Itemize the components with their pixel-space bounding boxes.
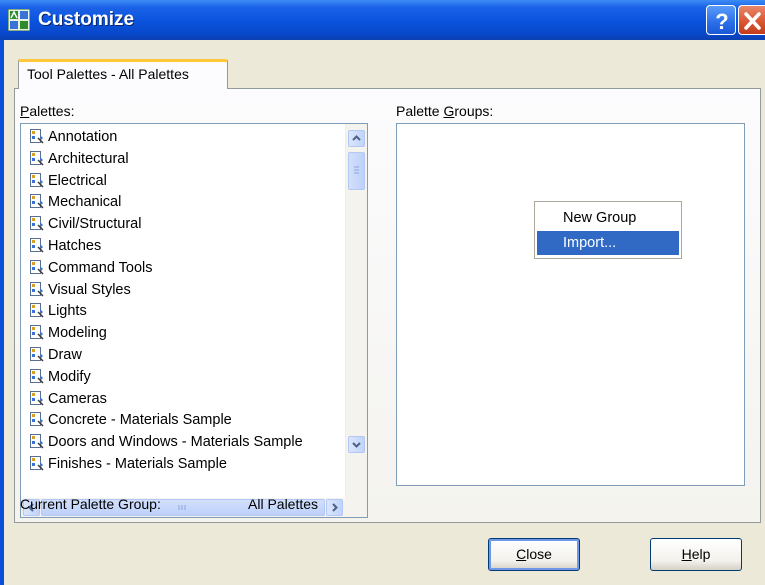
palettes-list: Annotation Architectural Electrical Mechani… [21, 127, 343, 476]
list-item[interactable]: Annotation [21, 127, 343, 149]
tool-palette-icon [30, 129, 44, 144]
tool-palette-icon [30, 434, 44, 449]
list-item-label: Modify [48, 368, 91, 385]
dialog-client-area: Tool Palettes - All Palettes Palettes: A… [4, 40, 765, 585]
tab-tool-palettes[interactable]: Tool Palettes - All Palettes [18, 59, 228, 89]
list-item[interactable]: Architectural [21, 149, 343, 171]
list-item-label: Cameras [48, 390, 107, 407]
list-item[interactable]: Mechanical [21, 192, 343, 214]
list-item[interactable]: Hatches [21, 236, 343, 258]
list-item[interactable]: Electrical [21, 171, 343, 193]
menu-item-new-group[interactable]: New Group [537, 206, 679, 230]
tool-palette-icon [30, 390, 44, 406]
menu-item-import[interactable]: Import... [537, 231, 679, 255]
tool-palette-icon [30, 325, 44, 340]
tool-palette-icon [30, 216, 44, 231]
tool-palette-icon [30, 194, 44, 209]
list-item-label: Finishes - Materials Sample [48, 455, 227, 472]
list-item-label: Hatches [48, 237, 102, 254]
scroll-right-button[interactable] [326, 499, 343, 516]
palette-groups-label: Palette Groups: [396, 103, 494, 119]
question-icon: ? [715, 9, 728, 34]
grip-icon [354, 166, 359, 174]
current-group-label: Current Palette Group: [20, 496, 161, 512]
list-item[interactable]: Concrete - Materials Sample [21, 410, 343, 432]
autocad-app-icon [8, 9, 30, 31]
list-item-label: Mechanical [48, 194, 122, 211]
chevron-down-icon [352, 442, 361, 448]
list-item[interactable]: Modeling [21, 323, 343, 345]
customize-dialog: Customize ? Tool Palettes - All Palettes… [0, 0, 765, 585]
list-item[interactable]: Finishes - Materials Sample [21, 454, 343, 476]
context-menu: New Group Import... [534, 201, 682, 259]
list-item[interactable]: Lights [21, 301, 343, 323]
list-item-label: Annotation [48, 129, 118, 145]
list-item[interactable]: Doors and Windows - Materials Sample [21, 432, 343, 454]
list-item-label: Concrete - Materials Sample [48, 412, 232, 429]
tool-palette-icon [30, 259, 44, 275]
help-button[interactable]: Help [650, 538, 742, 571]
window-title: Customize [38, 9, 135, 30]
tool-palette-icon [30, 172, 44, 188]
list-item-label: Modeling [48, 325, 107, 342]
title-bar[interactable]: Customize ? [0, 0, 765, 40]
list-item[interactable]: Modify [21, 367, 343, 389]
tool-palette-icon [30, 303, 44, 318]
list-item[interactable]: Command Tools [21, 258, 343, 280]
close-icon [744, 12, 761, 30]
list-item[interactable]: Cameras [21, 389, 343, 411]
close-button[interactable]: Close [488, 538, 580, 571]
list-item-label: Doors and Windows - Materials Sample [48, 434, 303, 451]
list-item-label: Lights [48, 303, 87, 320]
tool-palette-icon [30, 368, 44, 384]
tool-palette-icon [30, 237, 44, 253]
tool-palette-icon [30, 455, 44, 471]
tool-palette-icon [30, 412, 44, 427]
list-item-label: Command Tools [48, 259, 153, 276]
help-title-button[interactable]: ? [706, 5, 736, 35]
list-item-label: Civil/Structural [48, 216, 142, 233]
tool-palette-icon [30, 150, 44, 166]
tool-palette-icon [30, 281, 44, 297]
list-item-label: Visual Styles [48, 281, 131, 298]
vertical-scrollbar[interactable] [345, 124, 367, 498]
list-item[interactable]: Civil/Structural [21, 214, 343, 236]
svg-text:?: ? [715, 9, 728, 34]
list-item-label: Draw [48, 346, 82, 363]
chevron-right-icon [332, 503, 338, 512]
scroll-up-button[interactable] [348, 130, 365, 147]
list-item-label: Architectural [48, 150, 129, 167]
current-group-value: All Palettes [248, 496, 319, 512]
list-item-label: Electrical [48, 172, 107, 189]
palette-groups-tree[interactable] [396, 123, 745, 486]
list-item[interactable]: Visual Styles [21, 280, 343, 302]
vertical-scroll-thumb[interactable] [348, 152, 365, 190]
list-item[interactable]: Draw [21, 345, 343, 367]
chevron-up-icon [352, 135, 361, 141]
palettes-listbox[interactable]: Annotation Architectural Electrical Mechani… [20, 123, 368, 518]
close-title-button[interactable] [738, 5, 765, 35]
tool-palette-icon [30, 346, 44, 362]
scrollbar-corner [367, 498, 368, 517]
scroll-down-button[interactable] [348, 436, 365, 453]
palettes-label: Palettes: [20, 103, 75, 119]
